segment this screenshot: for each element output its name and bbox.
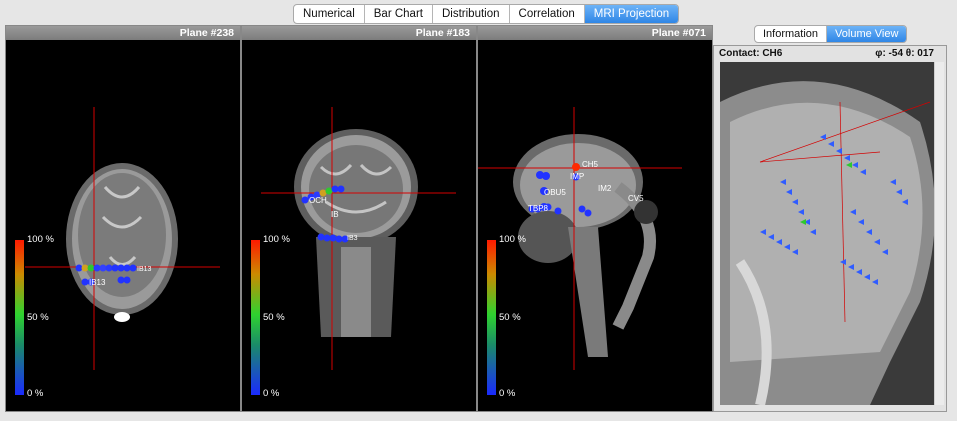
tab-bar-chart[interactable]: Bar Chart <box>365 5 433 23</box>
plane-panel-axial[interactable]: Plane #238 IB13 IB13 100 % 50 % 0 % <box>5 25 241 412</box>
electrode-label: IB13 <box>137 266 152 273</box>
colorbar-min-label: 0 % <box>263 388 280 399</box>
tab-mri-projection[interactable]: MRI Projection <box>584 5 679 23</box>
colorbar-mid-label: 50 % <box>263 312 285 323</box>
colorbar-max-label: 100 % <box>263 234 290 245</box>
electrode-label: IB13 <box>89 278 106 287</box>
electrode-label: IB <box>331 210 339 219</box>
tab-volume-view[interactable]: Volume View <box>827 26 907 42</box>
tab-numerical[interactable]: Numerical <box>294 5 365 23</box>
colorbar <box>487 240 496 395</box>
plane-panel-coronal[interactable]: Plane #183 OCH IB IB3 100 % 50 % 0 % <box>241 25 477 412</box>
electrode-label: OCH <box>309 196 327 205</box>
tab-correlation[interactable]: Correlation <box>510 5 585 23</box>
colorbar-mid-label: 50 % <box>499 312 521 323</box>
plane-title: Plane #071 <box>478 26 712 40</box>
electrode-label: IB3 <box>347 235 358 242</box>
electrode-label: TBP8 <box>528 204 549 213</box>
right-panel-tabs: Information Volume View <box>754 25 908 43</box>
colorbar-mid-label: 50 % <box>27 312 49 323</box>
plane-title: Plane #183 <box>242 26 476 40</box>
volume-xray-render[interactable] <box>720 62 934 405</box>
contact-label: Contact: CH6 <box>719 48 783 59</box>
colorbar-max-label: 100 % <box>499 234 526 245</box>
electrode-label: IM2 <box>598 184 612 193</box>
electrode-label: CV5 <box>628 194 644 203</box>
plane-panel-sagittal[interactable]: Plane #071 CH5 IMP OBU5 IM2 CV5 TBP8 100… <box>477 25 713 412</box>
coronal-mri-image[interactable]: OCH IB IB3 <box>261 107 456 370</box>
axial-mri-image[interactable]: IB13 IB13 <box>25 107 220 370</box>
colorbar-min-label: 0 % <box>499 388 516 399</box>
volume-view-panel: Contact: CH6 φ: -54 θ: 017 <box>713 45 947 412</box>
electrode-label: CH5 <box>582 160 599 169</box>
plane-title: Plane #238 <box>6 26 240 40</box>
colorbar <box>251 240 260 395</box>
electrode-label: OBU5 <box>544 188 566 197</box>
tab-information[interactable]: Information <box>755 26 828 42</box>
angle-readout: φ: -54 θ: 017 <box>875 48 934 59</box>
view-tab-bar: Numerical Bar Chart Distribution Correla… <box>293 4 680 24</box>
volume-scrollbar[interactable] <box>934 62 944 405</box>
electrode-label: IMP <box>570 172 584 181</box>
volume-view-header: Contact: CH6 φ: -54 θ: 017 <box>714 46 946 61</box>
colorbar-max-label: 100 % <box>27 234 54 245</box>
tab-distribution[interactable]: Distribution <box>433 5 510 23</box>
colorbar-min-label: 0 % <box>27 388 44 399</box>
colorbar <box>15 240 24 395</box>
